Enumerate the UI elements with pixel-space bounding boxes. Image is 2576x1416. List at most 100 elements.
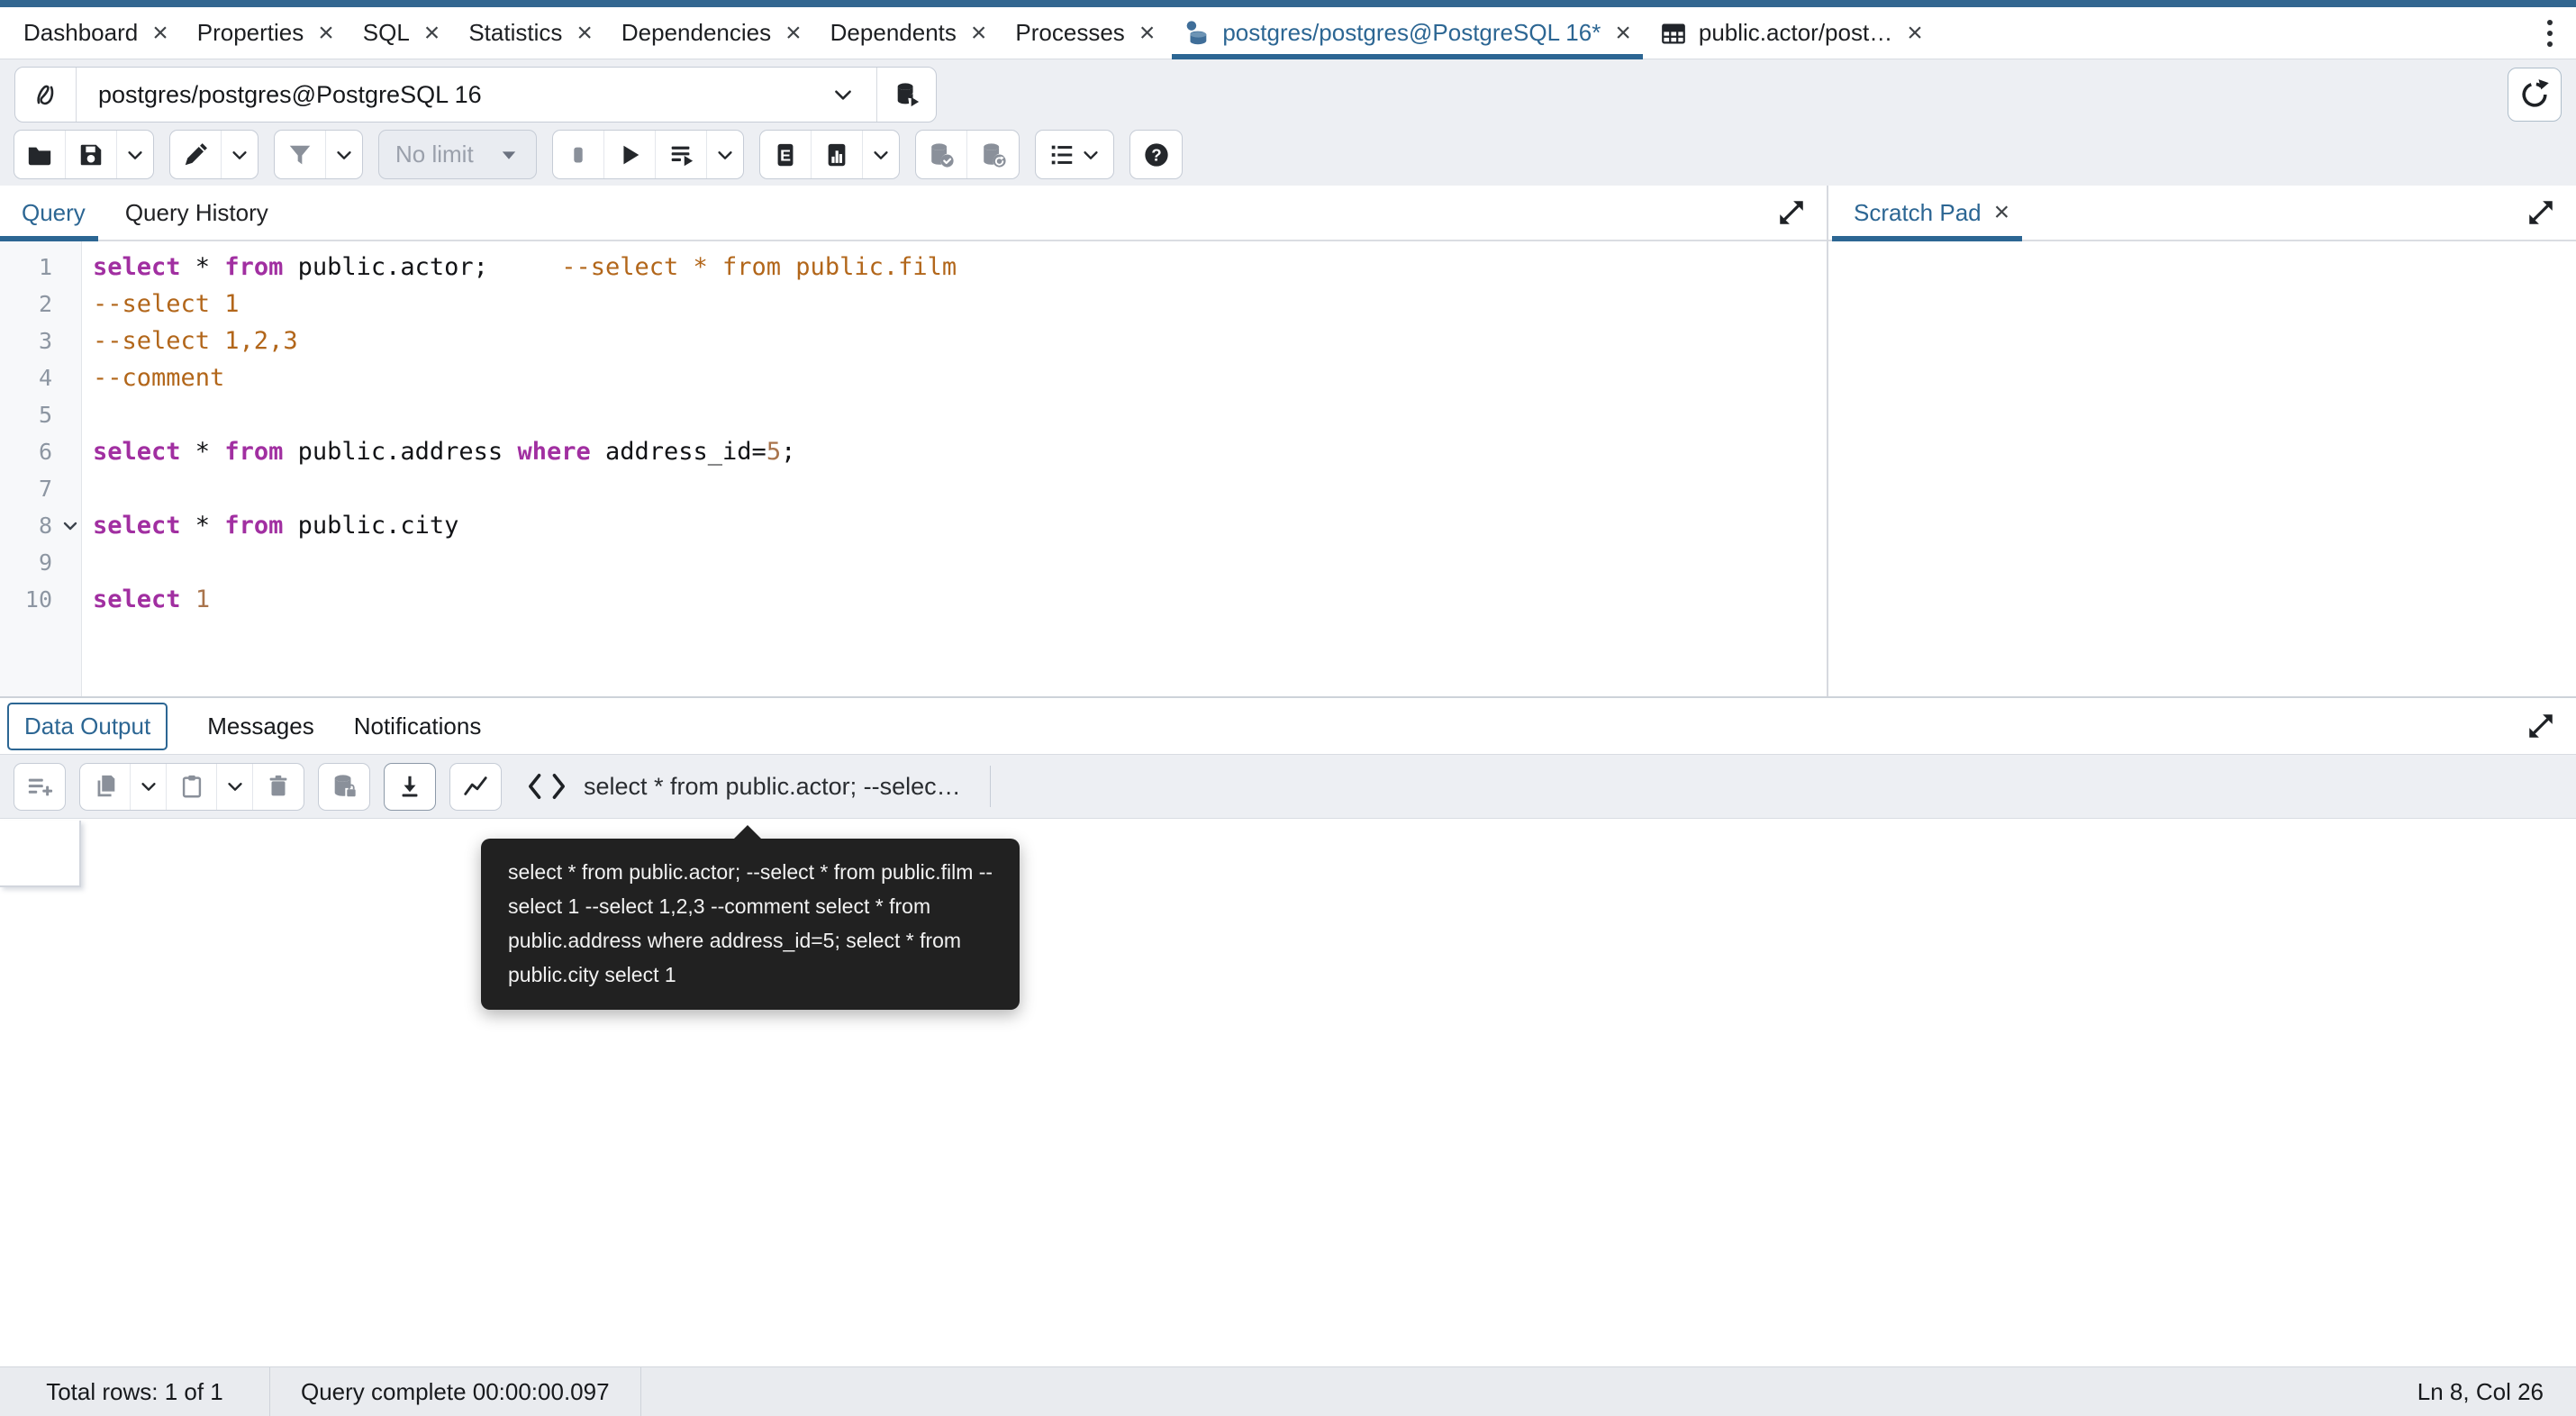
copy-button[interactable] [80, 764, 131, 810]
add-row-button[interactable] [14, 764, 65, 810]
stop-icon [565, 141, 592, 168]
output-tabs: Data Output Messages Notifications [0, 698, 2576, 754]
add-row-group [14, 763, 66, 811]
tab-query-label: Query [22, 199, 86, 227]
filter-options-chevron[interactable] [326, 131, 362, 178]
connection-select[interactable]: postgres/postgres@PostgreSQL 16 [77, 68, 876, 122]
copy-options-chevron[interactable] [131, 764, 167, 810]
close-icon[interactable]: × [1615, 20, 1631, 47]
paste-button[interactable] [167, 764, 217, 810]
close-icon[interactable]: × [318, 20, 334, 47]
executed-query-text[interactable]: select * from public.actor; --selec… [584, 773, 961, 801]
sql-editor[interactable]: 12345678910 select * from public.actor; … [0, 241, 1827, 696]
kebab-menu-icon[interactable] [2542, 14, 2558, 52]
connection-status-icon[interactable] [15, 68, 77, 122]
tab-scratch-pad[interactable]: Scratch Pad × [1854, 186, 2009, 240]
stop-button[interactable] [553, 131, 604, 178]
save-file-button[interactable] [66, 131, 117, 178]
tab-data-output-label: Data Output [24, 713, 150, 740]
edit-options-chevron[interactable] [222, 131, 258, 178]
tab-dependents[interactable]: Dependents× [816, 7, 1002, 59]
close-icon[interactable]: × [971, 20, 987, 47]
help-button[interactable]: ? [1130, 131, 1182, 178]
commit-button[interactable] [916, 131, 967, 178]
reset-layout-button[interactable] [2508, 68, 2562, 122]
open-file-button[interactable] [14, 131, 66, 178]
grid-corner-cell[interactable] [0, 821, 81, 887]
new-connection-button[interactable] [876, 68, 936, 122]
limit-select-value: No limit [395, 141, 474, 168]
table-icon [1660, 20, 1687, 47]
line-number: 7 [0, 470, 81, 507]
explain-analyze-button[interactable] [812, 131, 863, 178]
tab-label: Processes [1015, 19, 1124, 47]
download-group [384, 763, 436, 811]
scratch-pad-tabs: Scratch Pad × [1828, 186, 2576, 241]
tab-public-actor-post[interactable]: public.actor/post…× [1646, 7, 1937, 59]
expand-query-panel-button[interactable] [1776, 197, 1807, 228]
tab-notifications[interactable]: Notifications [354, 713, 482, 740]
tab-processes[interactable]: Processes × [1001, 7, 1169, 59]
database-save-icon [331, 773, 358, 800]
chevron-down-icon [225, 776, 245, 796]
execute-script-button[interactable] [656, 131, 707, 178]
tab-postgres-postgres-postgresql-16[interactable]: postgres/postgres@PostgreSQL 16*× [1169, 7, 1646, 59]
expand-scratch-pad-button[interactable] [2526, 197, 2556, 228]
explain-options-chevron[interactable] [863, 131, 899, 178]
explain-analyze-icon [823, 141, 850, 168]
tab-data-output[interactable]: Data Output [7, 703, 168, 750]
scratch-pad-body[interactable] [1828, 241, 2576, 696]
tab-query[interactable]: Query [22, 186, 86, 240]
status-query-complete: Query complete 00:00:00.097 [270, 1367, 641, 1416]
macro-group [1035, 130, 1114, 179]
execute-options-chevron[interactable] [707, 131, 743, 178]
floppy-icon [77, 141, 104, 168]
macros-button[interactable] [1036, 131, 1113, 178]
filter-button[interactable] [275, 131, 326, 178]
line-number: 2 [0, 286, 81, 322]
commit-icon [928, 141, 955, 168]
paste-options-chevron[interactable] [217, 764, 253, 810]
edit-button[interactable] [170, 131, 222, 178]
expand-output-panel-button[interactable] [2526, 711, 2556, 741]
rollback-button[interactable] [967, 131, 1019, 178]
funnel-icon [286, 141, 313, 168]
status-total-rows: Total rows: 1 of 1 [0, 1367, 270, 1416]
code-line: select * from public.city [93, 507, 1827, 544]
tab-dashboard[interactable]: Dashboard× [9, 7, 183, 59]
close-icon[interactable]: × [1994, 197, 2010, 228]
tab-messages[interactable]: Messages [207, 713, 314, 740]
close-icon[interactable]: × [1907, 20, 1923, 47]
close-icon[interactable]: × [1139, 20, 1156, 47]
code-line: select 1 [93, 581, 1827, 618]
save-options-chevron[interactable] [117, 131, 153, 178]
fold-toggle[interactable] [59, 515, 81, 537]
editor-code[interactable]: select * from public.actor; --select * f… [82, 241, 1827, 696]
chevron-down-icon [230, 145, 249, 165]
query-tool-icon [1184, 20, 1211, 47]
close-icon[interactable]: × [152, 20, 168, 47]
download-csv-button[interactable] [385, 764, 435, 810]
close-icon[interactable]: × [785, 20, 802, 47]
graph-visualiser-button[interactable] [450, 764, 501, 810]
save-data-group [318, 763, 370, 811]
connection-row: postgres/postgres@PostgreSQL 16 [0, 59, 2576, 130]
close-icon[interactable]: × [576, 20, 593, 47]
line-number: 5 [0, 396, 81, 433]
close-icon[interactable]: × [424, 20, 440, 47]
chevron-down-icon [831, 83, 855, 106]
edit-group [169, 130, 259, 179]
save-data-changes-button[interactable] [319, 764, 369, 810]
limit-select[interactable]: No limit [378, 130, 537, 179]
tab-query-history[interactable]: Query History [125, 186, 268, 240]
tab-properties[interactable]: Properties× [183, 7, 349, 59]
explain-button[interactable]: E [760, 131, 812, 178]
trash-icon [265, 773, 292, 800]
tab-dependencies[interactable]: Dependencies× [607, 7, 816, 59]
tab-sql[interactable]: SQL× [349, 7, 455, 59]
delete-row-button[interactable] [253, 764, 304, 810]
execute-button[interactable] [604, 131, 656, 178]
line-chart-icon [462, 773, 489, 800]
clipboard-group [79, 763, 304, 811]
tab-statistics[interactable]: Statistics× [454, 7, 607, 59]
